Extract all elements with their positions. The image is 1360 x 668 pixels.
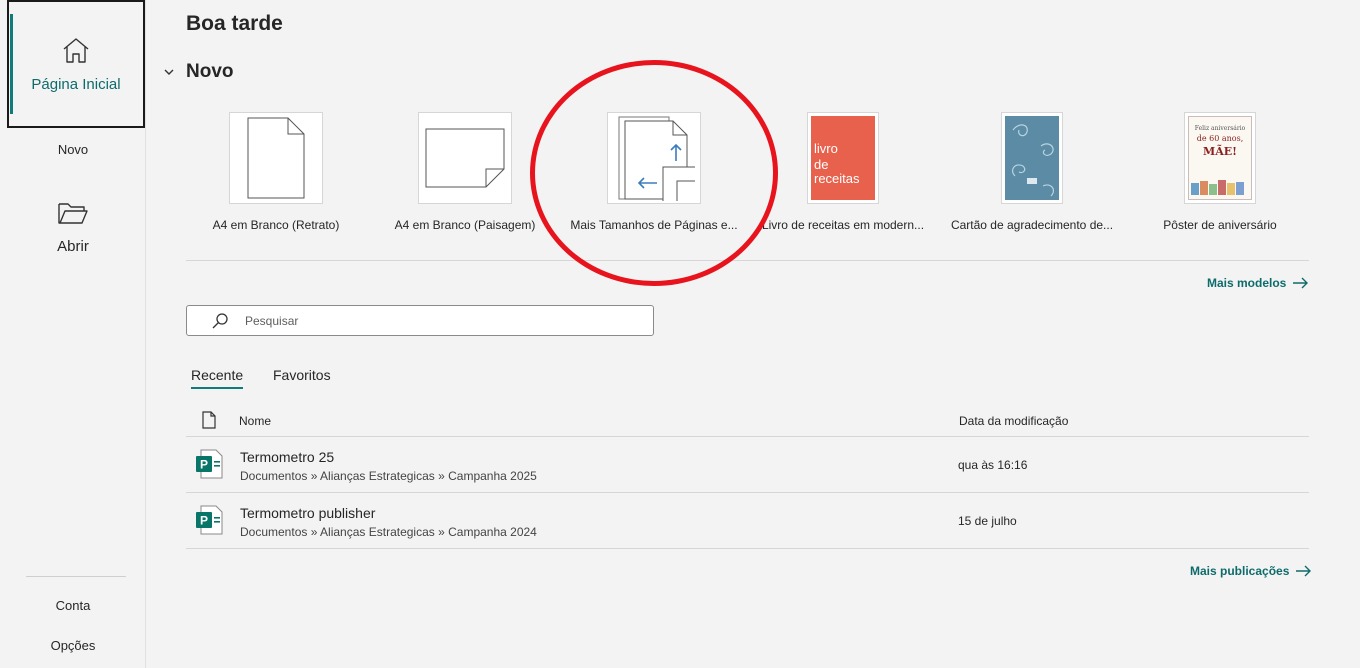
tab-recent[interactable]: Recente — [191, 367, 244, 389]
template-thumbnail — [1001, 112, 1063, 204]
publisher-file-icon: P — [196, 449, 223, 479]
file-modified-date: qua às 16:16 — [958, 458, 1028, 472]
template-name: A4 em Branco (Retrato) — [212, 218, 340, 232]
divider — [186, 260, 1309, 261]
nav-divider — [26, 576, 126, 577]
search-input[interactable] — [245, 313, 625, 328]
column-header-date[interactable]: Data da modificação — [959, 414, 1068, 428]
nav-home[interactable]: Página Inicial — [7, 0, 145, 128]
template-name: Mais Tamanhos de Páginas e... — [570, 218, 738, 232]
file-title: Termometro 25 — [240, 449, 335, 465]
template-blank-portrait[interactable]: A4 em Branco (Retrato) — [212, 112, 340, 232]
search-icon — [212, 312, 228, 328]
template-name: Livro de receitas em modern... — [761, 218, 925, 232]
poster-cover-line2: de 60 anos, — [1196, 134, 1244, 143]
cookbook-cover-line1: livro — [814, 141, 838, 156]
more-templates-link[interactable]: Mais modelos — [1207, 276, 1309, 290]
arrow-right-icon — [1293, 277, 1309, 289]
template-name: Pôster de aniversário — [1163, 218, 1277, 232]
cookbook-cover-line2: de — [814, 157, 829, 172]
active-indicator — [10, 14, 13, 114]
nav-account[interactable]: Conta — [0, 598, 146, 613]
template-name: Cartão de agradecimento de... — [950, 218, 1114, 232]
nav-options[interactable]: Opções — [0, 638, 146, 653]
template-thank-you-card[interactable]: Cartão de agradecimento de... — [949, 112, 1115, 232]
blank-page-landscape-icon — [425, 128, 505, 188]
houses-illustration — [1191, 180, 1244, 195]
template-thumbnail: Feliz aniversário de 60 anos, MÃE! — [1184, 112, 1256, 204]
nav-new[interactable]: Novo — [0, 142, 146, 157]
more-publications-link[interactable]: Mais publicações — [1190, 564, 1312, 578]
poster-cover-line3: MÃE! — [1203, 145, 1237, 158]
more-templates-label: Mais modelos — [1207, 276, 1287, 290]
file-icon — [202, 411, 216, 429]
template-more-page-sizes[interactable]: Mais Tamanhos de Páginas e... — [570, 112, 738, 232]
search-box[interactable] — [186, 305, 654, 336]
column-header-name[interactable]: Nome — [239, 414, 271, 428]
template-thumbnail — [229, 112, 323, 204]
publisher-file-icon: P — [196, 505, 223, 535]
cookbook-cover-line3: receitas — [814, 171, 860, 186]
template-name: A4 em Branco (Paisagem) — [394, 218, 536, 232]
poster-cover-line1: Feliz aniversário — [1194, 125, 1246, 132]
template-thumbnail — [607, 112, 701, 204]
more-publications-label: Mais publicações — [1190, 564, 1290, 578]
greeting: Boa tarde — [186, 12, 283, 35]
template-thumbnail: livro de receitas — [807, 112, 879, 204]
template-cookbook[interactable]: livro de receitas Livro de receitas em m… — [760, 112, 926, 232]
folder-icon — [58, 203, 88, 224]
file-title: Termometro publisher — [240, 505, 376, 521]
table-header: Nome Data da modificação — [186, 408, 1309, 437]
poster-cover-image: Feliz aniversário de 60 anos, MÃE! — [1188, 116, 1252, 200]
nav-open-label: Abrir — [57, 238, 89, 255]
file-modified-date: 15 de julho — [958, 514, 1017, 528]
chevron-down-icon — [164, 69, 174, 75]
file-path: Documentos » Alianças Estrategicas » Cam… — [240, 469, 537, 483]
blank-page-icon — [247, 117, 305, 199]
nav-home-label: Página Inicial — [31, 75, 121, 93]
template-thumbnail — [418, 112, 512, 204]
svg-text:P: P — [200, 458, 208, 472]
card-cover-image — [1005, 116, 1059, 200]
page-sizes-icon — [618, 116, 695, 201]
new-section-toggle[interactable]: Novo — [162, 61, 234, 83]
home-icon — [63, 37, 89, 63]
template-blank-landscape[interactable]: A4 em Branco (Paisagem) — [395, 112, 535, 232]
table-row[interactable]: P Termometro publisher Documentos » Alia… — [186, 493, 1309, 549]
template-birthday-poster[interactable]: Feliz aniversário de 60 anos, MÃE! Pôste… — [1152, 112, 1288, 232]
arrow-right-icon — [1296, 565, 1312, 577]
new-section-title: Novo — [186, 61, 234, 82]
tab-favorites[interactable]: Favoritos — [273, 367, 331, 383]
table-row[interactable]: P Termometro 25 Documentos » Alianças Es… — [186, 437, 1309, 493]
svg-text:P: P — [200, 514, 208, 528]
cookbook-cover-image: livro de receitas — [811, 116, 875, 200]
file-path: Documentos » Alianças Estrategicas » Cam… — [240, 525, 537, 539]
nav-open[interactable]: Abrir — [0, 200, 146, 270]
sidebar: Página Inicial Novo Abrir Conta Opções — [0, 0, 146, 668]
